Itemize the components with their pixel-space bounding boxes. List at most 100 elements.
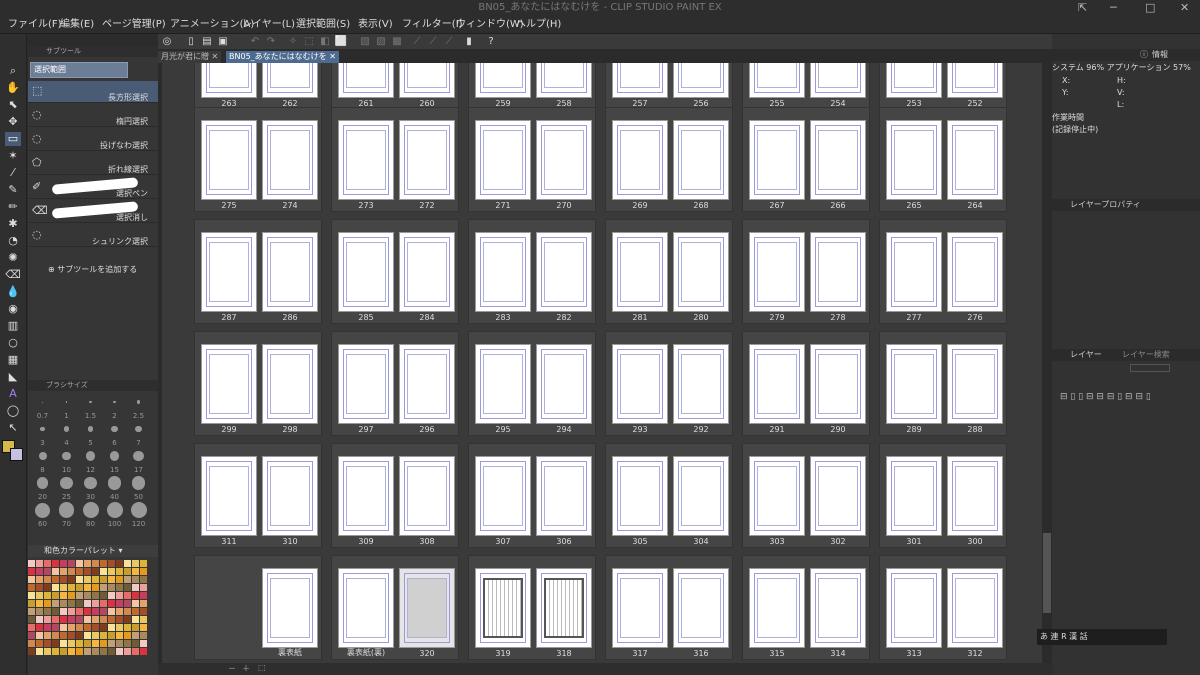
- brush-size-preset[interactable]: 30: [80, 475, 101, 501]
- brush-size-preset[interactable]: 20: [32, 475, 53, 501]
- page-thumbnail[interactable]: [338, 344, 394, 424]
- color-swatch[interactable]: [100, 560, 107, 567]
- color-swatch[interactable]: [36, 616, 43, 623]
- spread-cell[interactable]: 287 286: [194, 219, 322, 324]
- page-thumbnail[interactable]: [536, 344, 592, 424]
- spread-cell[interactable]: 301 300: [879, 443, 1007, 548]
- page-thumbnail[interactable]: [399, 568, 455, 648]
- color-swatch[interactable]: [108, 632, 115, 639]
- spread-cell[interactable]: 303 302: [742, 443, 870, 548]
- subtool-rect-select[interactable]: ⬚ 長方形選択: [28, 81, 158, 103]
- color-swatch[interactable]: [60, 600, 67, 607]
- menu-layer[interactable]: レイヤー(L): [242, 16, 295, 34]
- page-thumbnail[interactable]: [338, 120, 394, 200]
- spread-cell[interactable]: 275 274: [194, 107, 322, 212]
- color-swatch[interactable]: [76, 576, 83, 583]
- color-swatch[interactable]: [84, 600, 91, 607]
- brush-icon[interactable]: ✱: [5, 217, 21, 231]
- spread-cell[interactable]: 259 258: [468, 63, 596, 110]
- page-thumbnail[interactable]: [612, 232, 668, 312]
- page-thumbnail[interactable]: [612, 344, 668, 424]
- eyedropper-icon[interactable]: ⁄: [5, 166, 21, 180]
- balloon-icon[interactable]: ◯: [5, 404, 21, 418]
- invert-selection-icon[interactable]: ▧: [358, 35, 372, 48]
- color-swatch[interactable]: [124, 576, 131, 583]
- sub-color-swatch[interactable]: [10, 448, 23, 461]
- page-thumbnail[interactable]: [262, 344, 318, 424]
- color-swatch[interactable]: [76, 584, 83, 591]
- page-thumbnail[interactable]: [475, 232, 531, 312]
- color-swatch[interactable]: [116, 648, 123, 655]
- color-swatch[interactable]: [44, 608, 51, 615]
- color-swatch[interactable]: [100, 608, 107, 615]
- page-thumbnail[interactable]: [262, 568, 318, 648]
- page-thumbnail[interactable]: [749, 232, 805, 312]
- page-thumbnail[interactable]: [749, 344, 805, 424]
- brush-size-preset[interactable]: 25: [56, 475, 77, 501]
- color-swatch[interactable]: [52, 632, 59, 639]
- page-thumbnail[interactable]: [399, 120, 455, 200]
- color-swatch[interactable]: [68, 568, 75, 575]
- color-swatch[interactable]: [84, 584, 91, 591]
- page-thumbnail[interactable]: [673, 63, 729, 98]
- color-swatch[interactable]: [84, 624, 91, 631]
- color-swatch[interactable]: [44, 584, 51, 591]
- page-thumbnail[interactable]: [399, 63, 455, 98]
- spread-cell[interactable]: 313 312: [879, 555, 1007, 660]
- page-thumbnail[interactable]: [947, 456, 1003, 536]
- page-thumbnail[interactable]: [810, 568, 866, 648]
- color-swatch[interactable]: [52, 584, 59, 591]
- color-swatch[interactable]: [140, 624, 147, 631]
- color-swatch[interactable]: [124, 608, 131, 615]
- color-swatch[interactable]: [52, 568, 59, 575]
- page-thumbnail[interactable]: [673, 568, 729, 648]
- color-swatch[interactable]: [116, 576, 123, 583]
- color-swatch[interactable]: [132, 648, 139, 655]
- color-swatch[interactable]: [76, 648, 83, 655]
- color-swatch[interactable]: [36, 632, 43, 639]
- color-swatch[interactable]: [76, 608, 83, 615]
- page-thumbnail[interactable]: [612, 568, 668, 648]
- auto-select-icon[interactable]: ✶: [5, 149, 21, 163]
- restore-icon[interactable]: ⇱: [1078, 0, 1087, 16]
- color-palette[interactable]: [28, 560, 148, 656]
- page-thumbnail[interactable]: [536, 456, 592, 536]
- color-swatch[interactable]: [108, 584, 115, 591]
- spread-cell[interactable]: 307 306: [468, 443, 596, 548]
- correct-line-icon[interactable]: ↖: [5, 421, 21, 435]
- color-swatch[interactable]: [68, 608, 75, 615]
- page-thumbnail[interactable]: [947, 120, 1003, 200]
- maximize-button[interactable]: □: [1145, 0, 1155, 16]
- spread-cell[interactable]: 319 318: [468, 555, 596, 660]
- color-swatch[interactable]: [68, 560, 75, 567]
- spread-cell[interactable]: 253 252: [879, 63, 1007, 110]
- brush-size-preset[interactable]: 3: [32, 421, 53, 447]
- spread-cell[interactable]: 257 256: [605, 63, 733, 110]
- color-swatch[interactable]: [68, 640, 75, 647]
- color-swatch[interactable]: [140, 616, 147, 623]
- menu-view[interactable]: 表示(V): [358, 16, 393, 34]
- color-swatch[interactable]: [92, 632, 99, 639]
- device-icon[interactable]: ▮: [462, 35, 476, 48]
- pencil-icon[interactable]: ✏: [5, 200, 21, 214]
- color-swatch[interactable]: [28, 632, 35, 639]
- color-swatch[interactable]: [140, 632, 147, 639]
- color-swatch[interactable]: [108, 592, 115, 599]
- brush-size-preset[interactable]: 1.5: [80, 394, 101, 420]
- page-thumbnail[interactable]: [947, 63, 1003, 98]
- page-thumbnail[interactable]: [886, 568, 942, 648]
- color-swatch[interactable]: [28, 560, 35, 567]
- color-swatch[interactable]: [124, 648, 131, 655]
- color-swatch[interactable]: [44, 576, 51, 583]
- color-swatch[interactable]: [44, 600, 51, 607]
- color-swatch[interactable]: [92, 584, 99, 591]
- gradient-icon[interactable]: ▥: [5, 319, 21, 333]
- page-thumbnail[interactable]: [886, 344, 942, 424]
- spread-cell[interactable]: 295 294: [468, 331, 596, 436]
- save-icon[interactable]: ▣: [216, 35, 230, 48]
- page-thumbnail[interactable]: [262, 456, 318, 536]
- color-swatch[interactable]: [44, 616, 51, 623]
- color-swatch[interactable]: [92, 568, 99, 575]
- operation-icon[interactable]: ⬉: [5, 98, 21, 112]
- page-thumbnail[interactable]: [673, 344, 729, 424]
